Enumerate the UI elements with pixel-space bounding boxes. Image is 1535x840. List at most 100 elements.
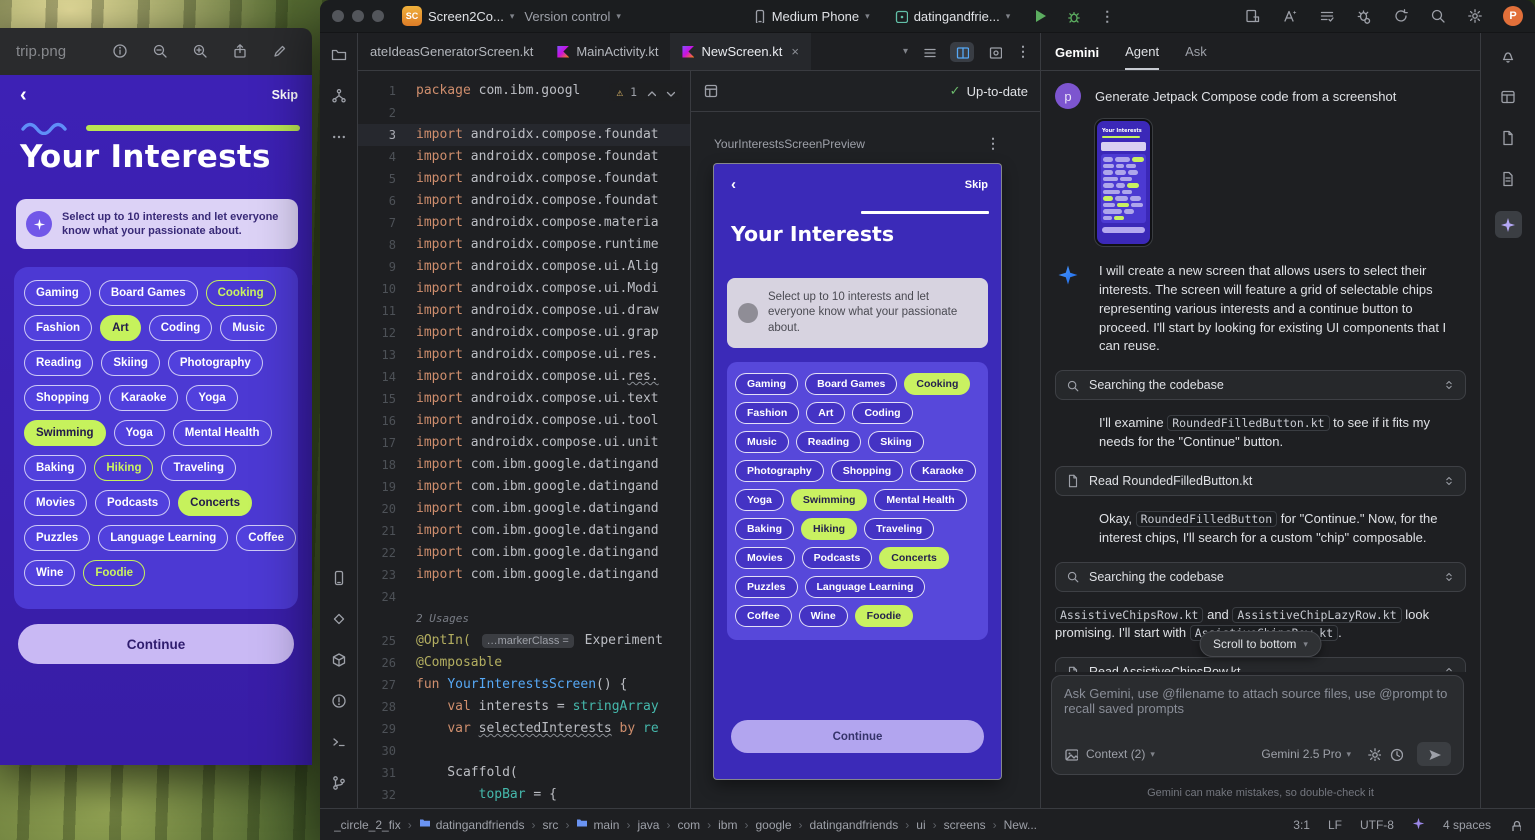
run-configuration-selector[interactable]: datingandfrie... ▾	[894, 9, 1011, 24]
gemini-status-icon[interactable]	[1412, 817, 1425, 833]
editor-tab[interactable]: ateIdeasGeneratorScreen.kt	[358, 33, 545, 70]
breadcrumb-item[interactable]: main	[576, 817, 619, 832]
search-everywhere-icon[interactable]	[1430, 7, 1446, 25]
resource-manager-icon[interactable]	[331, 610, 347, 628]
readonly-lock-icon[interactable]	[1509, 818, 1521, 832]
code-line[interactable]: 26@Composable	[358, 652, 690, 674]
tool-step-card[interactable]: Read AssistiveChipsRow.kt	[1055, 657, 1466, 672]
split-view-toggle[interactable]	[950, 42, 974, 62]
minimize-window-button[interactable]	[352, 10, 364, 22]
problems-tool-icon[interactable]	[331, 692, 347, 710]
attach-image-icon[interactable]	[1064, 747, 1078, 762]
code-line[interactable]: 25@OptIn( …markerClass = Experiment	[358, 630, 690, 652]
more-tool-windows-icon[interactable]	[331, 128, 347, 146]
code-line[interactable]: 13import androidx.compose.ui.res.	[358, 344, 690, 366]
code-line[interactable]: 31 Scaffold(	[358, 762, 690, 784]
breadcrumb-item[interactable]: src	[542, 818, 558, 832]
project-tool-icon[interactable]	[331, 46, 347, 64]
sync-project-icon[interactable]	[1393, 7, 1409, 25]
indent-setting[interactable]: 4 spaces	[1443, 818, 1491, 832]
device-selector[interactable]: Medium Phone ▾	[752, 9, 870, 24]
prev-problem-icon[interactable]	[644, 86, 656, 98]
version-control-icon[interactable]	[331, 774, 347, 792]
breadcrumb-item[interactable]: _circle_2_fix	[334, 818, 401, 832]
gemini-settings-icon[interactable]	[1367, 747, 1381, 762]
gemini-tab-agent[interactable]: Agent	[1125, 44, 1159, 70]
expand-collapse-icon[interactable]	[1443, 666, 1455, 672]
debug-button[interactable]	[1066, 7, 1080, 25]
code-line[interactable]: 5import androidx.compose.foundat	[358, 168, 690, 190]
run-button[interactable]	[1036, 10, 1046, 22]
hidden-tabs-chevron-icon[interactable]: ▾	[903, 47, 908, 57]
structure-tool-icon[interactable]	[331, 87, 347, 105]
gemini-prompt-input[interactable]	[1064, 686, 1451, 730]
code-line[interactable]: 20import com.ibm.google.datingand	[358, 498, 690, 520]
breadcrumb-item[interactable]: New...	[1004, 818, 1037, 832]
send-button[interactable]	[1417, 742, 1451, 766]
code-line[interactable]: 27fun YourInterestsScreen() {	[358, 674, 690, 696]
logcat-icon[interactable]	[1500, 170, 1516, 188]
profiler-icon[interactable]	[1356, 7, 1372, 25]
code-line[interactable]: 24	[358, 586, 690, 608]
breadcrumb-item[interactable]: datingandfriends	[419, 817, 525, 832]
expand-collapse-icon[interactable]	[1443, 571, 1455, 583]
code-line[interactable]: 23import com.ibm.google.datingand	[358, 564, 690, 586]
settings-gear-icon[interactable]	[1467, 7, 1483, 25]
code-line[interactable]: 11import androidx.compose.ui.draw	[358, 300, 690, 322]
preview-layout-icon[interactable]	[703, 83, 719, 100]
code-line[interactable]: 3import androidx.compose.foundat	[358, 124, 690, 146]
code-line[interactable]: 18import com.ibm.google.datingand	[358, 454, 690, 476]
device-explorer-icon[interactable]	[1500, 88, 1516, 106]
code-line[interactable]: 8import androidx.compose.runtime	[358, 234, 690, 256]
vcs-widget[interactable]: Version control ▾	[524, 9, 621, 24]
zoom-window-button[interactable]	[372, 10, 384, 22]
build-tasks-icon[interactable]	[1319, 7, 1335, 25]
context-selector[interactable]: Context (2) ▾	[1086, 747, 1155, 761]
breadcrumb-item[interactable]: ibm	[718, 818, 737, 832]
expand-collapse-icon[interactable]	[1443, 475, 1455, 487]
code-line[interactable]: 29 var selectedInterests by re	[358, 718, 690, 740]
code-line[interactable]: 15import androidx.compose.ui.text	[358, 388, 690, 410]
build-tool-icon[interactable]	[331, 651, 347, 669]
code-line[interactable]: 22import com.ibm.google.datingand	[358, 542, 690, 564]
code-line[interactable]: 32 topBar = {	[358, 784, 690, 806]
user-avatar[interactable]: P	[1503, 6, 1523, 26]
device-mirroring-icon[interactable]	[1245, 7, 1261, 25]
next-problem-icon[interactable]	[663, 86, 675, 98]
code-view-toggle[interactable]	[917, 42, 941, 62]
design-view-toggle[interactable]	[983, 42, 1007, 62]
code-line[interactable]: 30	[358, 740, 690, 762]
model-selector[interactable]: Gemini 2.5 Pro ▾	[1261, 747, 1351, 761]
running-devices-icon[interactable]	[331, 569, 347, 587]
line-ending[interactable]: LF	[1328, 818, 1342, 832]
tool-step-card[interactable]: Read RoundedFilledButton.kt	[1055, 466, 1466, 496]
screenshot-thumbnail[interactable]: Your Interests	[1095, 119, 1152, 246]
code-line[interactable]: 28 val interests = stringArray	[358, 696, 690, 718]
close-window-button[interactable]	[332, 10, 344, 22]
preview-status[interactable]: ✓ Up-to-date	[950, 83, 1028, 99]
info-icon[interactable]	[112, 43, 128, 61]
inspections-widget[interactable]: ⚠ 1	[609, 83, 682, 101]
code-line[interactable]: 4import androidx.compose.foundat	[358, 146, 690, 168]
device-file-explorer-icon[interactable]	[1500, 129, 1516, 147]
gemini-assist-icon[interactable]	[1282, 7, 1298, 25]
code-line[interactable]: 12import androidx.compose.ui.grap	[358, 322, 690, 344]
code-line[interactable]: 6import androidx.compose.foundat	[358, 190, 690, 212]
code-editor[interactable]: 1package com.ibm.googl23import androidx.…	[358, 71, 690, 808]
history-icon[interactable]	[1389, 747, 1403, 762]
editor-more-icon[interactable]: ⋮	[1016, 43, 1030, 60]
breadcrumb-item[interactable]: datingandfriends	[810, 818, 899, 832]
terminal-tool-icon[interactable]	[331, 733, 347, 751]
code-line[interactable]: 21import com.ibm.google.datingand	[358, 520, 690, 542]
editor-tab[interactable]: NewScreen.kt×	[670, 33, 811, 70]
zoom-in-icon[interactable]	[192, 43, 208, 61]
code-line[interactable]: 2	[358, 102, 690, 124]
code-line[interactable]: 10import androidx.compose.ui.Modi	[358, 278, 690, 300]
breadcrumb-item[interactable]: java	[637, 818, 659, 832]
code-line[interactable]: 17import androidx.compose.ui.unit	[358, 432, 690, 454]
notifications-icon[interactable]	[1500, 47, 1516, 65]
editor-tab[interactable]: MainActivity.kt	[545, 33, 670, 70]
preview-name[interactable]: YourInterestsScreenPreview	[714, 137, 865, 151]
gemini-tab-ask[interactable]: Ask	[1185, 44, 1207, 70]
more-actions-icon[interactable]: ⋮	[1100, 8, 1114, 25]
